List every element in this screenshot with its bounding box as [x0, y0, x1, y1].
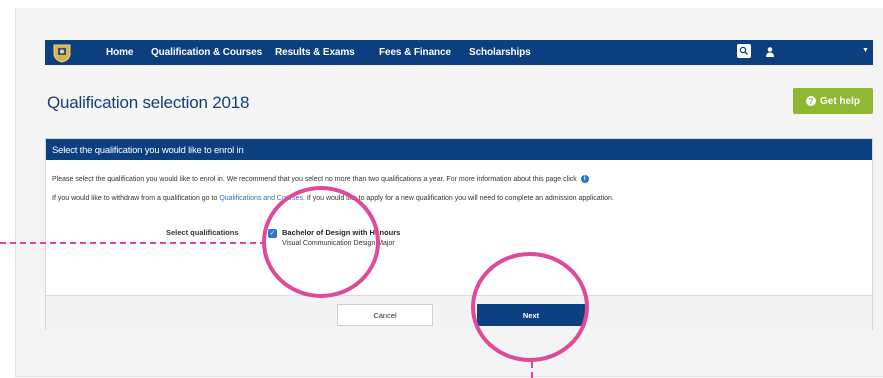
top-navbar: Home Qualification & Courses Results & E…	[45, 40, 873, 65]
nav-fees-finance[interactable]: Fees & Finance	[379, 47, 451, 58]
user-icon[interactable]	[765, 46, 775, 58]
nav-scholarships[interactable]: Scholarships	[469, 47, 531, 58]
nav-results-exams[interactable]: Results & Exams	[275, 47, 355, 58]
annotation-dash-bottom	[531, 362, 533, 378]
panel-footer: Cancel Next	[46, 295, 872, 330]
instructions-line-1: Please select the qualification you woul…	[52, 175, 589, 183]
annotation-circle-next	[471, 252, 589, 362]
qualification-panel: Select the qualification you would like …	[45, 138, 873, 330]
instructions-text: Please select the qualification you woul…	[52, 175, 577, 183]
annotation-circle-checkbox	[262, 186, 380, 298]
app-window: Home Qualification & Courses Results & E…	[45, 40, 873, 342]
nav-home[interactable]: Home	[106, 47, 133, 58]
select-qualifications-label: Select qualifications	[166, 228, 239, 237]
search-button[interactable]	[737, 44, 751, 58]
crest-logo-icon[interactable]	[51, 42, 73, 63]
annotation-dash-left	[0, 242, 266, 244]
cancel-button[interactable]: Cancel	[337, 304, 433, 326]
get-help-label: Get help	[819, 95, 860, 107]
get-help-button[interactable]: ? Get help	[793, 88, 873, 114]
question-icon: ?	[805, 96, 816, 106]
nav-qualification-courses[interactable]: Qualification & Courses	[151, 47, 262, 58]
search-icon	[739, 46, 748, 55]
caret-down-icon[interactable]: ▼	[862, 47, 869, 54]
page-title: Qualification selection 2018	[47, 93, 250, 112]
panel-header: Select the qualification you would like …	[46, 139, 872, 160]
panel-header-text: Select the qualification you would like …	[52, 145, 244, 156]
info-icon[interactable]: i	[580, 175, 589, 183]
withdraw-text: If you would like to withdraw from a qua…	[52, 195, 218, 202]
